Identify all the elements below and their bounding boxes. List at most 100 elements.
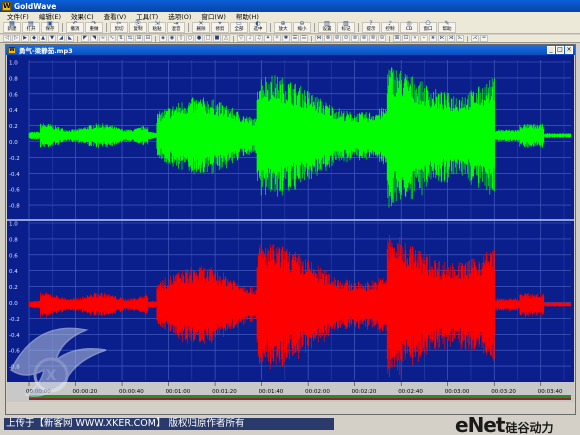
- toolbar-button-label: 混音: [171, 27, 181, 32]
- toolbar-separator: [106, 23, 107, 32]
- effect-tool-icon[interactable]: ⊟: [144, 35, 152, 42]
- effect-tool-icon[interactable]: ⋉: [438, 35, 446, 42]
- effect-tool-icon[interactable]: ◆: [30, 35, 38, 42]
- effect-tool-icon[interactable]: ▶: [21, 35, 29, 42]
- effect-tool-icon[interactable]: ⋈: [315, 35, 323, 42]
- toolbar-button-17[interactable]: ? 提示: [362, 21, 380, 33]
- amplitude-label: 0.0: [9, 301, 18, 307]
- effect-tool-icon[interactable]: ✧: [273, 35, 281, 42]
- toolbar-button-label: 粘贴: [152, 27, 162, 32]
- toolbar-button-9[interactable]: ✕ 删除: [192, 21, 210, 33]
- toolbar-button-14[interactable]: ⊖ 缩小: [293, 21, 311, 33]
- menu-item-5[interactable]: 选项(O): [163, 12, 196, 22]
- toolbar-button-label: 标记: [341, 27, 351, 32]
- effect-tool-icon[interactable]: ◢: [57, 35, 65, 42]
- toolbar-button-15[interactable]: ▥ 设置: [318, 21, 336, 33]
- toolbar-separator: [389, 35, 390, 42]
- effect-tool-icon[interactable]: ■: [213, 35, 221, 42]
- effect-tool-icon[interactable]: □: [204, 35, 212, 42]
- effect-tool-icon[interactable]: ◈: [159, 35, 167, 42]
- toolbar-button-2[interactable]: ▣ 保存: [41, 21, 59, 33]
- effect-tool-icon[interactable]: ●: [195, 35, 203, 42]
- time-label: 00:02:40: [398, 389, 423, 395]
- effect-tool-icon[interactable]: ⋍: [480, 35, 488, 42]
- effect-tool-icon[interactable]: ♫: [255, 35, 263, 42]
- toolbar-button-20[interactable]: ⎔ 窗口: [419, 21, 437, 33]
- amplitude-label: -0.4: [9, 172, 20, 178]
- effect-tool-icon[interactable]: ⊗: [324, 35, 332, 42]
- toolbar-button-8[interactable]: ⇥ 混音: [167, 21, 185, 33]
- effect-tool-icon[interactable]: ◤: [81, 35, 89, 42]
- effect-tool-icon[interactable]: ✱: [282, 35, 290, 42]
- enet-logo: eNet 硅谷动力: [455, 412, 580, 435]
- effect-tool-icon[interactable]: ◣: [66, 35, 74, 42]
- effect-tool-icon[interactable]: △: [222, 35, 230, 42]
- toolbar-separator: [155, 35, 156, 42]
- effect-tool-icon[interactable]: ▷: [12, 35, 20, 42]
- toolbar-button-18[interactable]: ♪ 控制: [381, 21, 399, 33]
- effect-tool-icon[interactable]: ⋆: [420, 35, 428, 42]
- effect-tool-icon[interactable]: ▽: [237, 35, 245, 42]
- effect-tool-icon[interactable]: ≈: [99, 35, 107, 42]
- toolbar-separator: [62, 23, 63, 32]
- effect-tool-icon[interactable]: ☰: [291, 35, 299, 42]
- effect-tool-icon[interactable]: ∿: [108, 35, 116, 42]
- toolbar-button-16[interactable]: ▧ 标记: [337, 21, 355, 33]
- effect-tool-icon[interactable]: ⊜: [369, 35, 377, 42]
- toolbar-button-label: 修剪: [215, 27, 225, 32]
- toolbar-button-7[interactable]: ⇲ 粘贴: [148, 21, 166, 33]
- effect-tool-icon[interactable]: ⋇: [429, 35, 437, 42]
- effect-tool-icon[interactable]: ▼: [48, 35, 56, 42]
- amplitude-label: 0.4: [9, 108, 18, 114]
- minimize-button[interactable]: _: [547, 46, 555, 54]
- toolbar-button-12[interactable]: ◐ 选中: [249, 21, 267, 33]
- toolbar-button-5[interactable]: ✂ 剪切: [110, 21, 128, 33]
- document-icon: W: [8, 46, 16, 54]
- effect-tool-icon[interactable]: ⊙: [342, 35, 350, 42]
- effect-tool-icon[interactable]: ◁: [3, 35, 11, 42]
- toolbar-button-3[interactable]: ↶ 撤消: [66, 21, 84, 33]
- effect-tool-icon[interactable]: ▲: [39, 35, 47, 42]
- effect-tool-icon[interactable]: ⊘: [333, 35, 341, 42]
- effect-tool-icon[interactable]: ☷: [300, 35, 308, 42]
- maximize-button[interactable]: □: [556, 46, 564, 54]
- effect-tool-icon[interactable]: ⊞: [135, 35, 143, 42]
- effect-tool-icon[interactable]: ○: [186, 35, 194, 42]
- effect-tool-icon[interactable]: ⊚: [351, 35, 359, 42]
- goldwave-app: W GoldWave 文件(F) 编辑(E) 效果(C) 查看(V) 工具(T) 选项(O…: [0, 0, 580, 435]
- effect-tool-icon[interactable]: ⊠: [393, 35, 401, 42]
- amplitude-label: 0.8: [9, 76, 18, 82]
- effect-tool-icon[interactable]: ◉: [168, 35, 176, 42]
- close-button[interactable]: ×: [565, 46, 573, 54]
- effect-tool-icon[interactable]: ✦: [264, 35, 272, 42]
- effect-tool-icon[interactable]: ⋌: [471, 35, 479, 42]
- effect-tool-icon[interactable]: ♩: [246, 35, 254, 42]
- effect-tool-icon[interactable]: ◥: [90, 35, 98, 42]
- effect-tool-icon[interactable]: ⊝: [378, 35, 386, 42]
- toolbar-button-4[interactable]: ↷ 重做: [85, 21, 103, 33]
- effect-tool-icon[interactable]: ◊: [177, 35, 185, 42]
- toolbar-button-10[interactable]: ⌖ 修剪: [211, 21, 229, 33]
- toolbar-button-6[interactable]: ⎘ 复制: [129, 21, 147, 33]
- effect-tool-icon[interactable]: ⊡: [402, 35, 410, 42]
- document-title-bar: W 勇气-梁静茹.mp3 _ □ ×: [6, 45, 575, 55]
- toolbar-button-19[interactable]: ◎ CD: [400, 21, 418, 33]
- effect-tool-icon[interactable]: ⇅: [117, 35, 125, 42]
- effect-tool-icon[interactable]: ⋋: [456, 35, 464, 42]
- effect-tool-icon[interactable]: ⋄: [411, 35, 419, 42]
- toolbar-button-label: 复制: [133, 27, 143, 32]
- toolbar-button-0[interactable]: ▦ 新建: [3, 21, 21, 33]
- toolbar-separator: [314, 23, 315, 32]
- enet-logo-text: eNet: [455, 413, 505, 435]
- toolbar-button-21[interactable]: ✎ 帮助: [438, 21, 456, 33]
- toolbar-button-label: 打开: [26, 27, 36, 32]
- effect-tool-icon[interactable]: ⊛: [360, 35, 368, 42]
- toolbar-separator: [270, 23, 271, 32]
- effect-tool-icon[interactable]: ⇆: [126, 35, 134, 42]
- toolbar-button-1[interactable]: ▤ 打开: [22, 21, 40, 33]
- menu-item-3[interactable]: 查看(V): [99, 12, 132, 22]
- effect-tool-icon[interactable]: ⋊: [447, 35, 455, 42]
- toolbar-button-label: 窗口: [423, 27, 433, 32]
- toolbar-button-11[interactable]: ▭ 全部: [230, 21, 248, 33]
- toolbar-button-13[interactable]: ⊕ 放大: [274, 21, 292, 33]
